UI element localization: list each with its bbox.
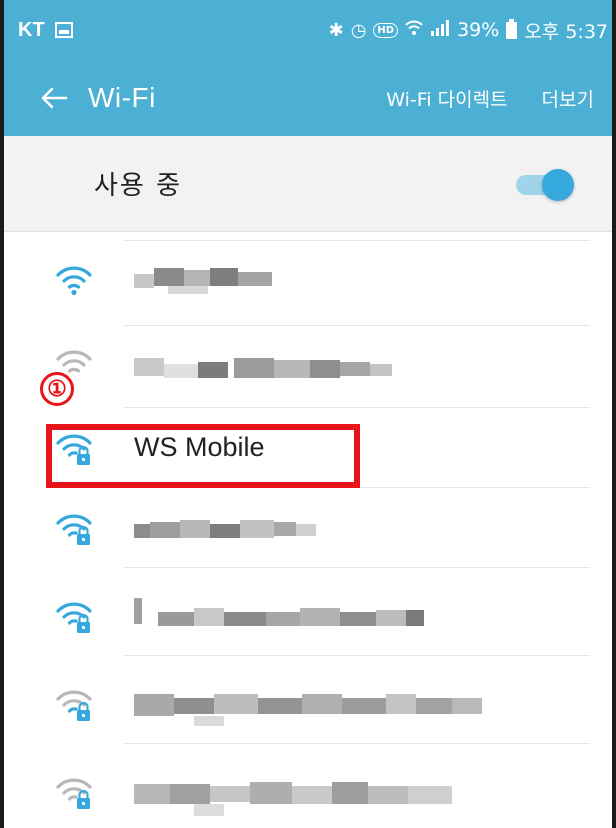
network-item[interactable]: [4, 240, 612, 326]
wifi-toggle-row[interactable]: 사용 중: [4, 136, 612, 232]
action-bar: Wi-Fi Wi-Fi 다이렉트 더보기: [4, 60, 612, 136]
battery-percent: 39%: [457, 19, 500, 41]
divider: [124, 567, 590, 568]
network-item[interactable]: [4, 576, 612, 656]
network-item[interactable]: [4, 752, 612, 828]
wifi-lock-icon: [56, 690, 92, 721]
divider: [124, 743, 590, 744]
alarm-icon: ◷: [350, 19, 367, 41]
wifi-toggle-label: 사용 중: [94, 171, 183, 201]
carrier-label: KT: [18, 18, 45, 41]
annotation-marker: ①: [40, 372, 74, 406]
wifi-lock-icon: [56, 514, 92, 545]
bluetooth-icon: ✱: [328, 19, 344, 41]
wifi-lock-icon: [56, 602, 92, 633]
network-item[interactable]: [4, 664, 612, 744]
status-icons: ✱ ◷ HD 39% 오후 5:37: [329, 17, 608, 44]
wifi-direct-button[interactable]: Wi-Fi 다이렉트: [386, 85, 507, 112]
action-bar-menu: Wi-Fi 다이렉트 더보기: [386, 85, 594, 112]
wifi-switch[interactable]: [512, 168, 574, 201]
more-button[interactable]: 더보기: [542, 85, 594, 112]
wifi-status-icon: [405, 20, 423, 41]
signal-icon: [430, 19, 450, 42]
wifi-icon: [56, 266, 92, 296]
switch-thumb: [542, 168, 574, 201]
highlight-box: [46, 424, 360, 488]
clock: 오후 5:37: [524, 20, 608, 43]
page-title: Wi-Fi: [88, 82, 156, 113]
back-button[interactable]: [34, 78, 74, 118]
arrow-left-icon: [41, 87, 68, 109]
hd-voice-icon: HD: [373, 22, 399, 38]
network-item[interactable]: [4, 328, 612, 408]
gallery-notification-icon: [54, 22, 73, 38]
divider: [124, 655, 590, 656]
screen: KT ✱ ◷ HD 39% 오후 5:37 Wi-Fi Wi-Fi 다이렉트 더…: [0, 0, 616, 828]
network-item[interactable]: [4, 488, 612, 568]
battery-icon: [506, 18, 518, 39]
divider: [124, 325, 590, 326]
status-bar: KT ✱ ◷ HD 39% 오후 5:37: [4, 0, 612, 60]
wifi-lock-icon: [56, 778, 92, 809]
